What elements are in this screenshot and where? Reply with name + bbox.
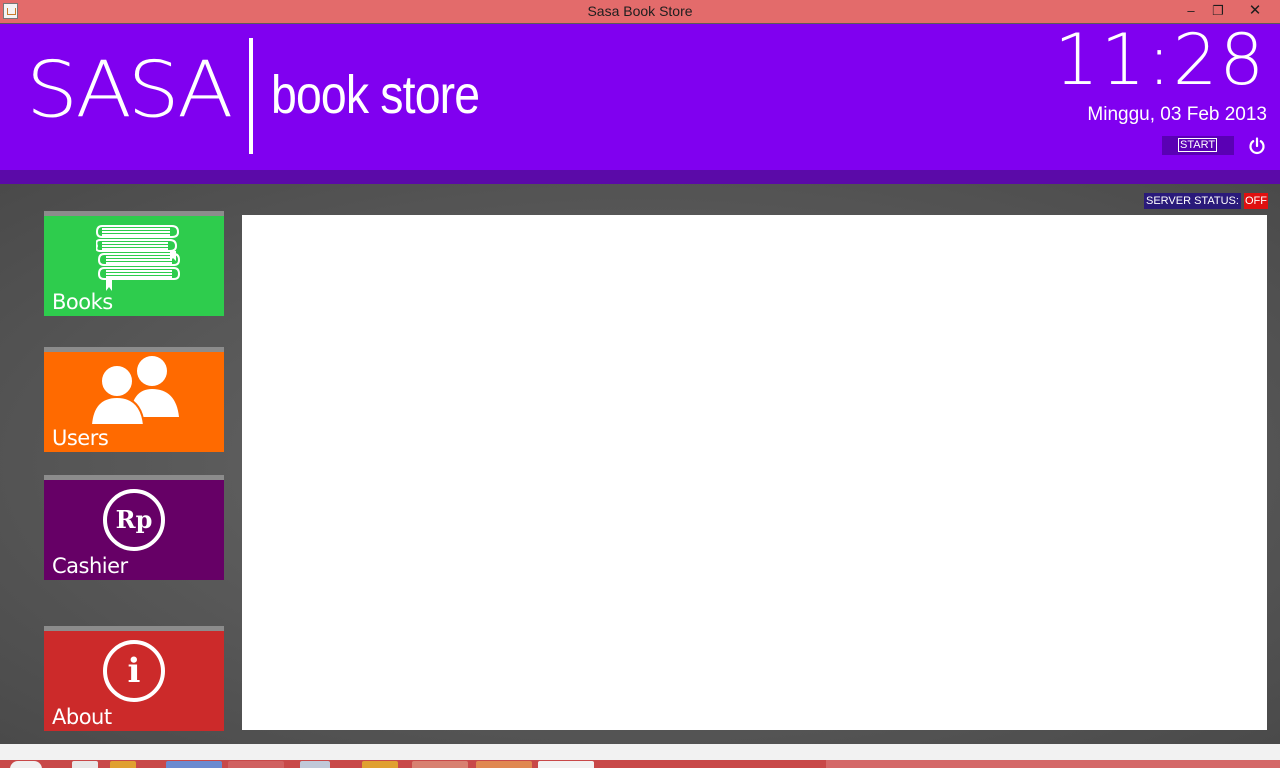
server-status-value: OFF [1244,193,1268,209]
content-panel[interactable] [242,215,1267,730]
tile-top-bar [44,347,224,352]
tile-about-label: About [52,705,112,729]
header-band [0,170,1280,184]
taskbar-item[interactable] [412,761,468,768]
taskbar-item[interactable] [362,761,398,768]
users-icon [90,356,179,426]
books-icon [96,225,180,291]
clock: 11:28 [1054,19,1266,101]
tile-books-label: Books [52,290,113,314]
info-icon: i [103,640,165,702]
server-status-label: SERVER STATUS: [1144,193,1241,209]
logo-divider [249,38,253,154]
start-button[interactable]: START [1162,136,1234,155]
app-logo: SASA [26,45,233,136]
taskbar-tray [826,760,1280,768]
tile-cashier-label: Cashier [52,554,128,578]
taskbar-item[interactable] [72,761,98,768]
window-bottom-edge [0,744,1280,760]
tile-top-bar [44,626,224,631]
rupiah-icon-text: Rp [116,505,153,534]
window-title: Sasa Book Store [587,3,693,19]
start-button-label: START [1178,138,1218,152]
os-taskbar [0,760,1280,768]
taskbar-item[interactable] [228,761,284,768]
tile-users[interactable]: Users [44,347,224,452]
tile-top-bar [44,475,224,480]
tile-users-label: Users [52,426,109,450]
rupiah-icon: Rp [103,489,165,551]
tile-about[interactable]: i About [44,626,224,731]
taskbar-item[interactable] [300,761,330,768]
info-icon-text: i [128,651,141,691]
taskbar-item[interactable] [10,761,42,768]
taskbar-item[interactable] [476,761,532,768]
taskbar-item[interactable] [166,761,222,768]
tile-top-bar [44,211,224,216]
tile-books[interactable]: Books [44,211,224,316]
app-subtitle: book store [271,65,480,125]
power-icon[interactable] [1247,136,1267,156]
taskbar-item[interactable] [110,761,136,768]
date-label: Minggu, 03 Feb 2013 [1087,104,1267,125]
taskbar-item[interactable] [538,761,594,768]
tile-cashier[interactable]: Rp Cashier [44,475,224,580]
